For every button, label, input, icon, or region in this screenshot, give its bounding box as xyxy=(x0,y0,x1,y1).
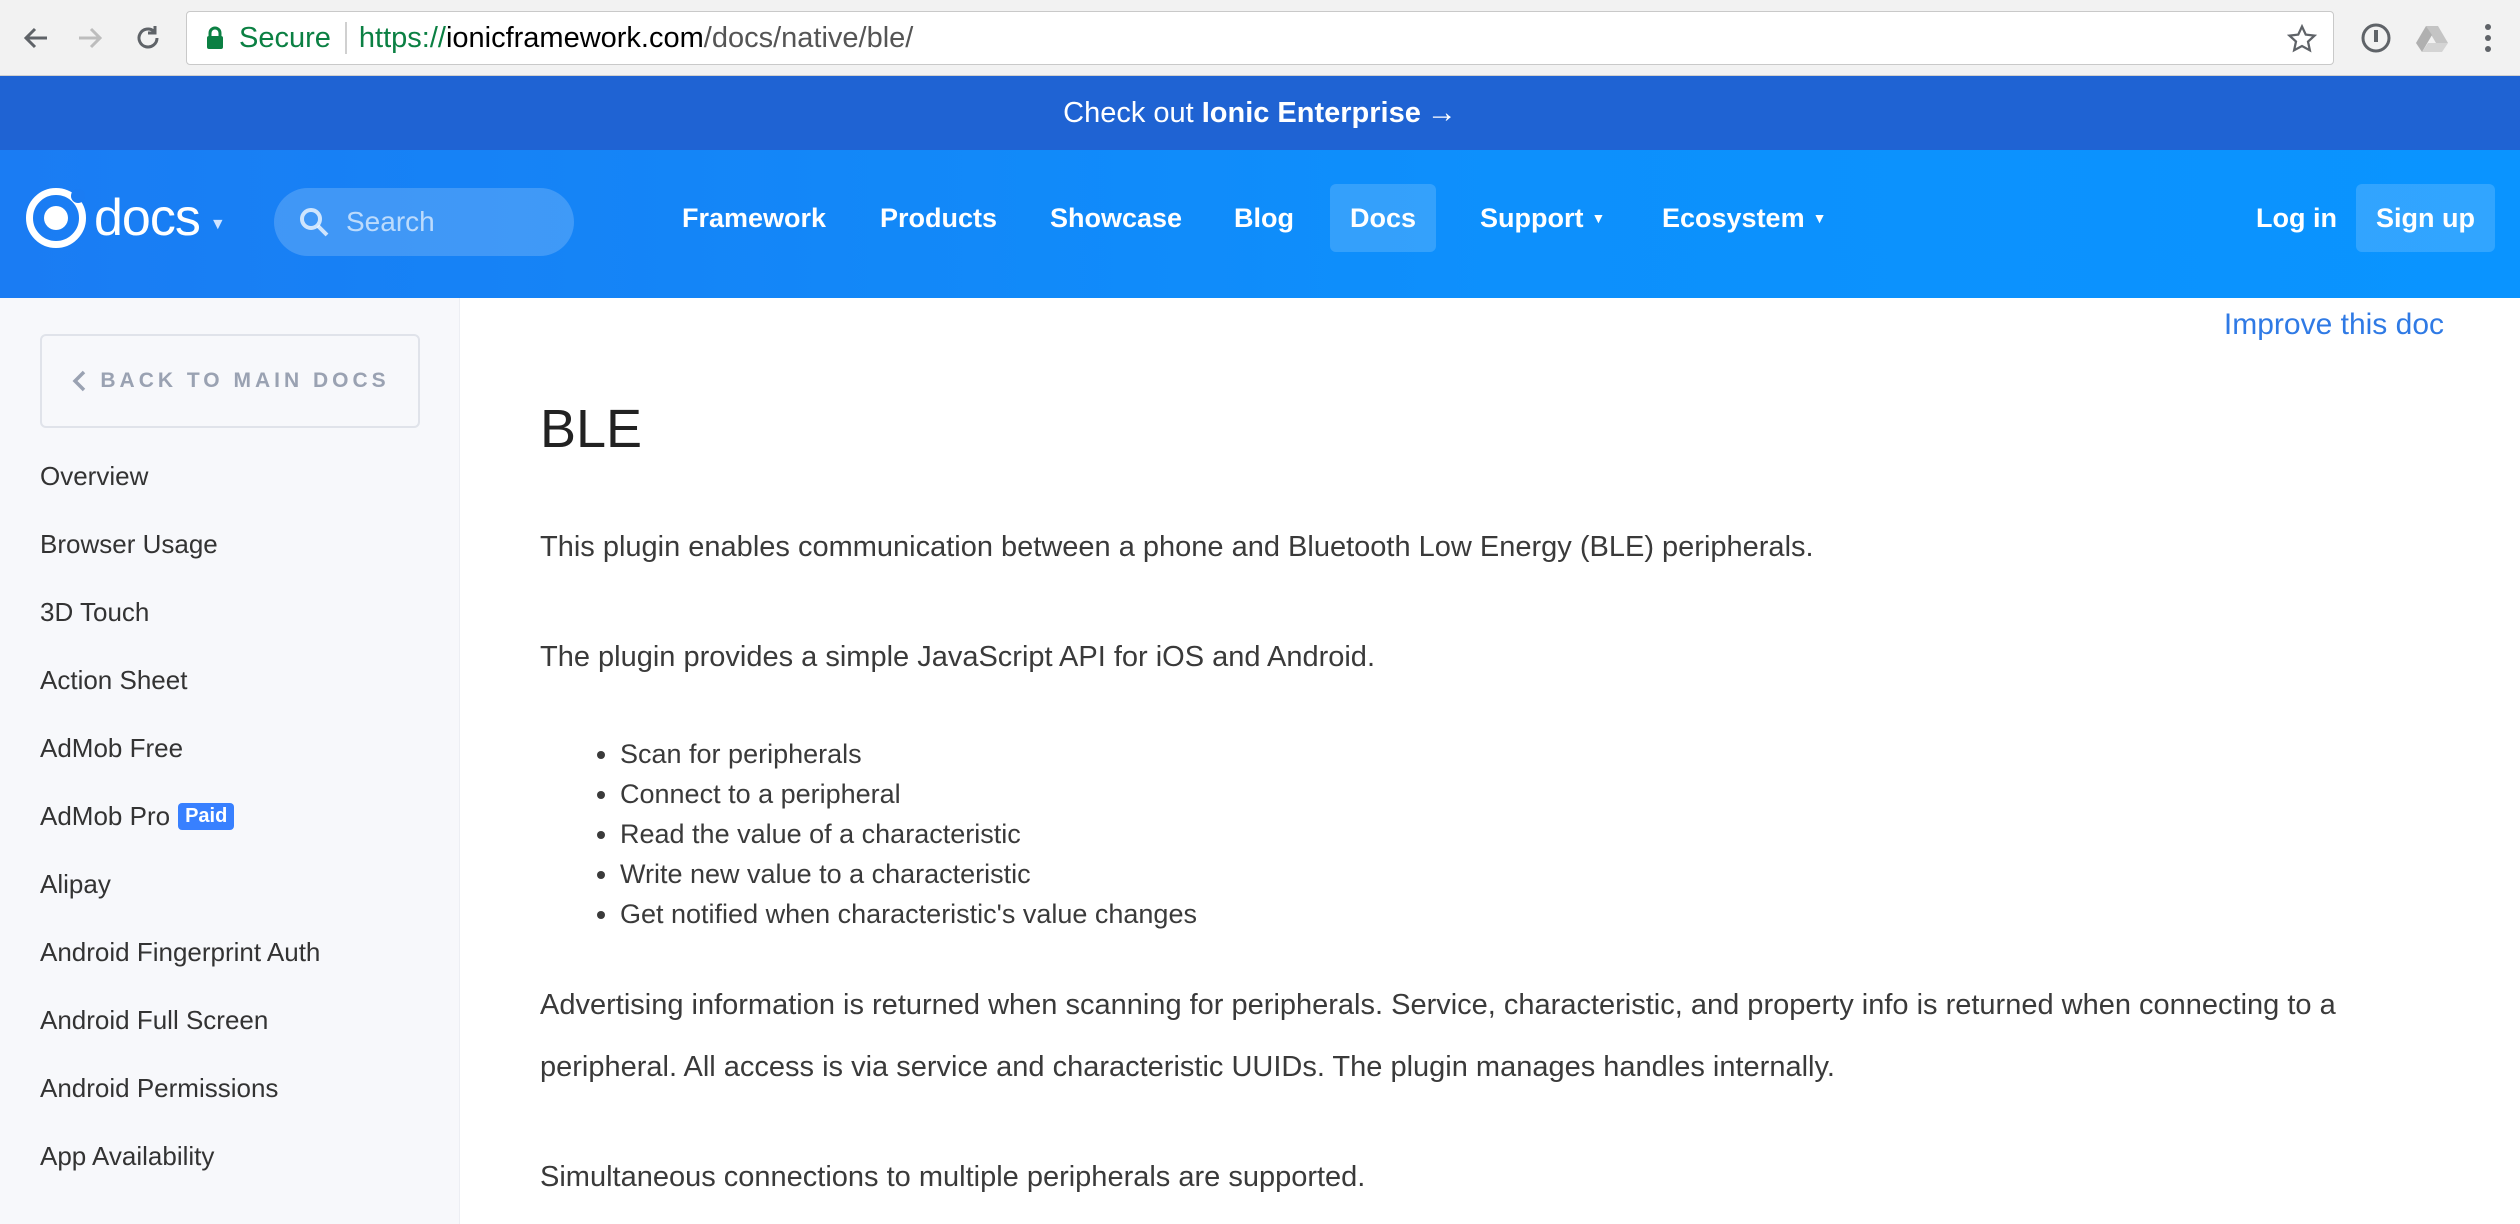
nav-label: Docs xyxy=(1350,202,1417,233)
url-host: ionicframework.com xyxy=(445,21,704,54)
list-item: Connect to a peripheral xyxy=(620,774,1197,814)
sidebar-item-label: AdMob Free xyxy=(40,732,184,763)
sidebar-item-overview[interactable]: Overview xyxy=(40,442,320,510)
login-link[interactable]: Log in xyxy=(2236,184,2357,252)
feature-list: Scan for peripherals Connect to a periph… xyxy=(620,734,1197,934)
sidebar-item-3d-touch[interactable]: 3D Touch xyxy=(40,578,320,646)
simultaneous-paragraph: Simultaneous connections to multiple per… xyxy=(540,1161,1366,1193)
chevron-down-icon: ▼ xyxy=(1812,210,1827,226)
nav-item-showcase[interactable]: Showcase xyxy=(1030,184,1202,252)
nav-item-docs[interactable]: Docs xyxy=(1330,184,1437,252)
drive-icon[interactable] xyxy=(2412,18,2452,58)
enterprise-banner[interactable]: Check out Ionic Enterprise → xyxy=(0,76,2520,150)
url-text[interactable]: https://ionicframework.com/docs/native/b… xyxy=(359,22,913,55)
chevron-down-icon: ▼ xyxy=(209,216,226,233)
sidebar-item-android-full-screen[interactable]: Android Full Screen xyxy=(40,986,320,1054)
sidebar-item-label: Action Sheet xyxy=(40,664,188,695)
url-scheme: https:// xyxy=(358,21,446,54)
docs-sidebar: BACK TO MAIN DOCS Overview Browser Usage… xyxy=(0,298,460,1224)
signup-label: Sign up xyxy=(2376,202,2475,233)
sidebar-item-label: Alipay xyxy=(40,868,111,899)
nav-item-ecosystem[interactable]: Ecosystem ▼ xyxy=(1642,184,1846,252)
browser-toolbar: Secure https://ionicframework.com/docs/n… xyxy=(0,0,2520,76)
sidebar-item-browser-usage[interactable]: Browser Usage xyxy=(40,510,320,578)
bookmark-star-icon[interactable] xyxy=(2285,22,2319,56)
list-item: Get notified when characteristic's value… xyxy=(620,894,1197,934)
back-arrow-icon[interactable] xyxy=(12,14,60,62)
list-item: Read the value of a characteristic xyxy=(620,814,1197,854)
nav-label: Products xyxy=(880,202,998,233)
sidebar-item-label: Browser Usage xyxy=(40,528,218,559)
list-item: Write new value to a characteristic xyxy=(620,854,1197,894)
arrow-right-icon: → xyxy=(1426,96,1457,129)
signup-button[interactable]: Sign up xyxy=(2356,184,2495,252)
address-bar[interactable]: Secure https://ionicframework.com/docs/n… xyxy=(186,11,2334,65)
sidebar-item-label: Android Full Screen xyxy=(40,1004,269,1035)
nav-label: Framework xyxy=(682,202,827,233)
ionic-logo-icon xyxy=(26,188,86,248)
password-manager-icon[interactable] xyxy=(2356,18,2396,58)
reload-icon[interactable] xyxy=(124,14,172,62)
sidebar-item-label: Android Permissions xyxy=(40,1072,279,1103)
address-separator xyxy=(344,22,347,54)
browser-menu-icon[interactable] xyxy=(2468,18,2508,58)
sidebar-item-admob-pro[interactable]: AdMob Pro Paid xyxy=(40,782,320,850)
page-title: BLE xyxy=(540,399,643,459)
paid-badge: Paid xyxy=(178,802,235,830)
sidebar-item-label: 3D Touch xyxy=(40,596,150,627)
logo-text: docs xyxy=(94,189,201,247)
nav-label: Showcase xyxy=(1050,202,1183,233)
sidebar-item-android-permissions[interactable]: Android Permissions xyxy=(40,1054,320,1122)
sidebar-item-alipay[interactable]: Alipay xyxy=(40,850,320,918)
banner-highlight: Ionic Enterprise xyxy=(1201,96,1421,129)
login-label: Log in xyxy=(2256,202,2337,233)
chevron-left-icon xyxy=(72,370,86,392)
nav-label: Support xyxy=(1480,202,1584,233)
back-label: BACK TO MAIN DOCS xyxy=(100,369,390,392)
sidebar-item-label: Overview xyxy=(40,460,149,491)
search-icon xyxy=(300,208,329,237)
nav-label: Ecosystem xyxy=(1662,202,1805,233)
url-path: /docs/native/ble/ xyxy=(703,21,914,54)
intro-paragraph: This plugin enables communication betwee… xyxy=(540,531,1814,563)
chevron-down-icon: ▼ xyxy=(1591,210,1606,226)
back-to-main-docs-button[interactable]: BACK TO MAIN DOCS xyxy=(40,334,420,428)
sidebar-list: Overview Browser Usage 3D Touch Action S… xyxy=(40,442,320,1190)
nav-item-blog[interactable]: Blog xyxy=(1214,184,1314,252)
banner-prefix: Check out xyxy=(1063,96,1194,129)
docs-logo[interactable]: docs ▼ xyxy=(26,188,226,248)
list-item: Scan for peripherals xyxy=(620,734,1197,774)
search-input[interactable] xyxy=(346,206,546,238)
sidebar-item-app-availability[interactable]: App Availability xyxy=(40,1122,320,1190)
nav-label: Blog xyxy=(1234,202,1294,233)
forward-arrow-icon[interactable] xyxy=(66,14,114,62)
nav-item-framework[interactable]: Framework xyxy=(662,184,846,252)
secure-label: Secure xyxy=(239,21,331,54)
nav-item-products[interactable]: Products xyxy=(860,184,1017,252)
advertising-paragraph: Advertising information is returned when… xyxy=(540,989,2336,1083)
api-paragraph: The plugin provides a simple JavaScript … xyxy=(540,641,1375,673)
sidebar-item-label: Android Fingerprint Auth xyxy=(40,936,321,967)
search-box[interactable] xyxy=(274,188,574,256)
sidebar-item-label: AdMob Pro xyxy=(40,800,171,831)
sidebar-item-action-sheet[interactable]: Action Sheet xyxy=(40,646,320,714)
improve-doc-link[interactable]: Improve this doc xyxy=(2224,308,2444,342)
sidebar-item-label: App Availability xyxy=(40,1140,215,1171)
lock-icon xyxy=(201,24,229,52)
sidebar-item-admob-free[interactable]: AdMob Free xyxy=(40,714,320,782)
nav-item-support[interactable]: Support ▼ xyxy=(1460,184,1625,252)
sidebar-item-android-fingerprint-auth[interactable]: Android Fingerprint Auth xyxy=(40,918,320,986)
main-navbar: docs ▼ Framework Products Showcase Blog … xyxy=(0,150,2520,298)
